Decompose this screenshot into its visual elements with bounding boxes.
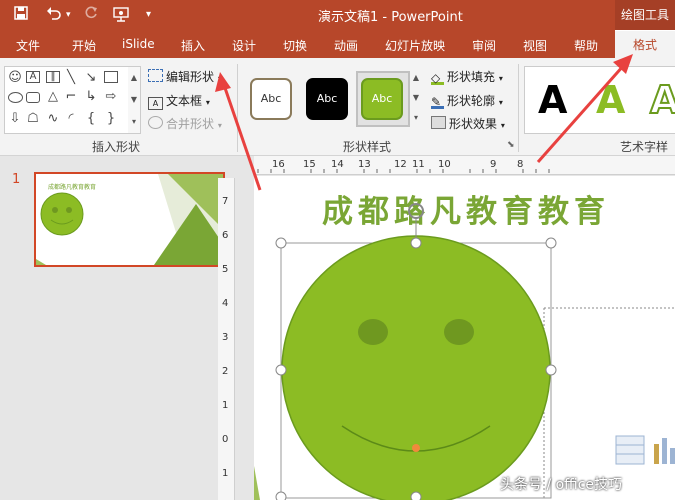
watermark: 头条号 / office技巧 xyxy=(500,477,623,493)
annotation-arrows xyxy=(215,54,633,191)
